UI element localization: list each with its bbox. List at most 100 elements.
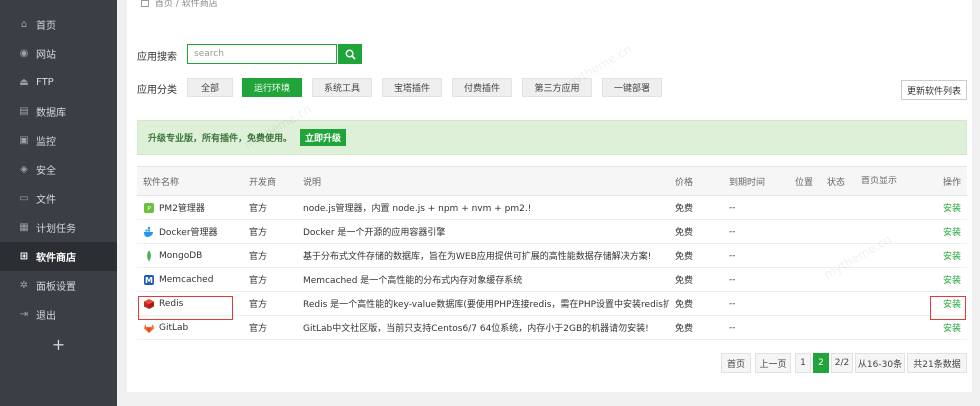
sidebar-item-label: 监控 <box>36 137 56 148</box>
sidebar-item-label: 网站 <box>36 50 56 61</box>
category-runtime[interactable]: 运行环境 <box>242 78 302 97</box>
install-button[interactable]: 安装 <box>917 273 967 286</box>
app-description: node.js管理器，内置 node.js + npm + nvm + pm2.… <box>303 204 532 214</box>
app-developer: 官方 <box>249 276 268 286</box>
gitlab-icon <box>144 323 154 333</box>
category-third-party[interactable]: 第三方应用 <box>522 78 592 97</box>
pm2-icon: P <box>144 202 154 213</box>
col-header-action: 操作 <box>942 177 961 188</box>
install-link[interactable]: 安装 <box>943 204 961 214</box>
app-description: Redis 是一个高性能的key-value数据库(要使用PHP连接redis，… <box>303 300 669 310</box>
sidebar-item-label: 首页 <box>36 21 56 32</box>
app-developer: 官方 <box>249 252 268 262</box>
app-name-cell: MongoDB <box>137 250 243 262</box>
col-header-home-display: 首页显示 <box>861 176 898 186</box>
sidebar-item-database[interactable]: ▤ 数据库 <box>0 97 117 126</box>
category-all[interactable]: 全部 <box>187 78 233 97</box>
upgrade-now-button[interactable]: 立即升级 <box>300 129 347 146</box>
sidebar-item-label: 数据库 <box>36 108 66 119</box>
sidebar-item-settings[interactable]: ✲ 面板设置 <box>0 271 117 300</box>
app-price: 免费 <box>675 228 694 238</box>
search-icon <box>345 49 356 60</box>
app-description: Docker 是一个开源的应用容器引擎 <box>303 228 446 238</box>
app-price: 免费 <box>675 252 694 262</box>
pager-page-2[interactable]: 2 <box>813 353 829 373</box>
install-link[interactable]: 安装 <box>943 324 961 334</box>
install-button[interactable]: 安装 <box>917 249 967 262</box>
gear-icon: ✲ <box>19 280 29 291</box>
sidebar-item-security[interactable]: ◈ 安全 <box>0 155 117 184</box>
folder-icon: ▭ <box>19 193 29 204</box>
sidebar-item-software-store[interactable]: ⊞ 软件商店 <box>0 242 117 271</box>
app-price: 免费 <box>675 324 694 334</box>
database-icon: ▤ <box>19 106 29 117</box>
search-button[interactable] <box>338 44 362 64</box>
svg-text:M: M <box>145 276 153 285</box>
category-label: 应用分类 <box>137 85 177 96</box>
app-name-cell: GitLab <box>137 322 243 334</box>
install-button[interactable]: 安装 <box>917 201 967 214</box>
main-panel: 首页 / 软件商店 应用搜索 search 应用分类 全部 运行环境 系统工具 … <box>127 0 972 392</box>
sidebar-item-label: FTP <box>36 77 54 88</box>
svg-text:P: P <box>147 205 151 212</box>
install-button[interactable]: 安装 <box>917 321 967 334</box>
highlight-redis-install <box>930 296 966 320</box>
sidebar-item-ftp[interactable]: ⏏ FTP <box>0 68 117 97</box>
calendar-icon: ▦ <box>19 222 29 233</box>
table-row: Redis 官方 Redis 是一个高性能的key-value数据库(要使用PH… <box>137 292 967 316</box>
sidebar-item-monitor[interactable]: ▣ 监控 <box>0 126 117 155</box>
app-expire: -- <box>729 322 736 333</box>
upgrade-banner-text: 升级专业版，所有插件，免费使用。 <box>148 134 293 144</box>
app-developer: 官方 <box>249 228 268 238</box>
refresh-software-list-button[interactable]: 更新软件列表 <box>901 80 967 100</box>
monitor-icon: ▣ <box>19 135 29 146</box>
install-link[interactable]: 安装 <box>943 276 961 286</box>
install-link[interactable]: 安装 <box>943 252 961 262</box>
sidebar-item-logout[interactable]: ⇥ 退出 <box>0 300 117 329</box>
sidebar-item-files[interactable]: ▭ 文件 <box>0 184 117 213</box>
install-link[interactable]: 安装 <box>943 228 961 238</box>
apps-icon: ⊞ <box>19 251 29 262</box>
col-header-name: 软件名称 <box>143 177 180 188</box>
sidebar-item-label: 安全 <box>36 166 56 177</box>
pager-range: 从16-30条 <box>855 353 905 373</box>
pager-first[interactable]: 首页 <box>721 353 751 373</box>
app-price: 免费 <box>675 204 694 214</box>
add-shortcut-button[interactable]: + <box>0 331 117 357</box>
app-description: GitLab中文社区版，当前只支持Centos6/7 64位系统，内存小于2GB… <box>303 324 649 334</box>
category-paid-plugins[interactable]: 付费插件 <box>452 78 512 97</box>
sidebar-item-home[interactable]: ⌂ 首页 <box>0 10 117 39</box>
table-row: P PM2管理器 官方 node.js管理器，内置 node.js + npm … <box>137 196 967 220</box>
sidebar-item-label: 退出 <box>36 311 56 322</box>
col-header-position: 位置 <box>795 177 814 188</box>
pager-prev[interactable]: 上一页 <box>755 353 791 373</box>
app-name: Docker管理器 <box>159 228 218 238</box>
category-bt-plugins[interactable]: 宝塔插件 <box>382 78 442 97</box>
col-header-developer: 开发商 <box>249 177 277 188</box>
table-row: GitLab 官方 GitLab中文社区版，当前只支持Centos6/7 64位… <box>137 316 967 340</box>
breadcrumb-current: 软件商店 <box>181 0 218 9</box>
app-developer: 官方 <box>249 324 268 334</box>
sidebar-item-cron[interactable]: ▦ 计划任务 <box>0 213 117 242</box>
software-table: 软件名称 开发商 说明 价格 到期时间 位置 状态 首页显示 操作 P PM2管… <box>137 166 967 340</box>
app-name: Memcached <box>159 274 214 285</box>
search-input[interactable]: search <box>187 44 337 64</box>
app-price: 免费 <box>675 276 694 286</box>
install-button[interactable]: 安装 <box>917 225 967 238</box>
col-header-expire: 到期时间 <box>729 177 766 188</box>
logout-icon: ⇥ <box>19 309 29 320</box>
pager-page-1[interactable]: 1 <box>795 353 811 373</box>
ftp-icon: ⏏ <box>19 77 29 88</box>
sidebar-item-website[interactable]: ◉ 网站 <box>0 39 117 68</box>
category-system-tools[interactable]: 系统工具 <box>312 78 372 97</box>
app-price: 免费 <box>675 300 694 310</box>
app-expire: -- <box>729 202 736 213</box>
col-header-description: 说明 <box>303 177 322 188</box>
sidebar: ⌂ 首页 ◉ 网站 ⏏ FTP ▤ 数据库 ▣ 监控 ◈ 安全 ▭ 文件 ▦ 计… <box>0 0 117 406</box>
table-row: Docker管理器 官方 Docker 是一个开源的应用容器引擎 免费 -- 安… <box>137 220 967 244</box>
breadcrumb-home[interactable]: 首页 <box>155 0 173 9</box>
app-name-cell: M Memcached <box>137 274 243 286</box>
category-one-click[interactable]: 一键部署 <box>602 78 662 97</box>
sidebar-item-label: 文件 <box>36 195 56 206</box>
